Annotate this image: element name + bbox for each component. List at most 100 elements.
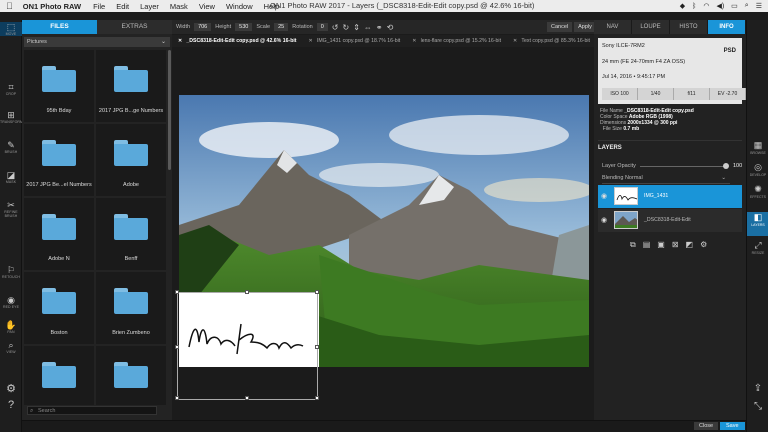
tab-loupe[interactable]: LOUPE: [632, 20, 670, 34]
menu-file[interactable]: File: [93, 2, 105, 11]
height-field[interactable]: 530: [235, 23, 253, 31]
resize-handle[interactable]: [315, 345, 319, 349]
scale-field[interactable]: 25: [274, 23, 289, 31]
close-tab-icon[interactable]: ✕: [513, 38, 517, 44]
tab-info[interactable]: INFO: [708, 20, 746, 34]
search-input[interactable]: ⌕ Search: [27, 406, 157, 415]
menu-layer[interactable]: Layer: [140, 2, 159, 11]
tool-mask[interactable]: ◪ MASK: [0, 170, 22, 184]
tool-crop[interactable]: ⌗ CROP: [0, 82, 22, 96]
menu-window[interactable]: Window: [226, 2, 253, 11]
tab-histo[interactable]: HISTO: [670, 20, 708, 34]
tool-brush[interactable]: ✎ BRUSH: [0, 140, 22, 154]
resize-handle[interactable]: [175, 290, 179, 294]
opacity-slider-handle[interactable]: [723, 163, 729, 169]
rotation-label: Rotation: [292, 24, 313, 30]
doc-tab[interactable]: ✕ IMG_1431 copy.psd @ 18.7% 16-bit: [303, 38, 407, 44]
eye-icon[interactable]: ◉: [601, 216, 607, 224]
menu-app-name[interactable]: ON1 Photo RAW: [23, 2, 81, 11]
spotlight-icon[interactable]: ⌕: [745, 2, 749, 10]
transform-bounding-box[interactable]: [175, 290, 319, 400]
folder-item[interactable]: Brien Zumbeno: [96, 272, 166, 344]
apple-icon[interactable]: : [6, 1, 13, 11]
module-browse[interactable]: ▦ BROWSE: [747, 140, 768, 160]
folder-item[interactable]: [96, 346, 166, 405]
merge-layer-icon[interactable]: ▣: [657, 240, 665, 250]
save-button[interactable]: Save: [720, 422, 745, 430]
delete-layer-icon[interactable]: ⊠: [672, 240, 679, 250]
resize-handle[interactable]: [175, 396, 179, 400]
resize-handle[interactable]: [315, 290, 319, 294]
menu-view[interactable]: View: [199, 2, 215, 11]
tab-files[interactable]: FILES: [22, 20, 97, 34]
close-tab-icon[interactable]: ✕: [309, 38, 313, 44]
apply-button[interactable]: Apply: [574, 22, 596, 32]
tab-nav[interactable]: NAV: [594, 20, 632, 34]
tool-refine-brush[interactable]: ✂ REFINE BRUSH: [0, 200, 22, 218]
tool-transform[interactable]: ⊞ TRANSFORM: [0, 110, 23, 124]
rotate-left-icon[interactable]: ↺: [332, 23, 339, 32]
layer-row[interactable]: ◉ IMG_1431: [598, 185, 742, 208]
fullscreen-icon[interactable]: ⤡: [747, 400, 768, 414]
folder-item[interactable]: Adobe: [96, 124, 166, 196]
tool-red-eye[interactable]: ◉ RED EYE: [0, 295, 22, 309]
settings-icon[interactable]: ⚙: [700, 240, 707, 250]
source-dropdown[interactable]: Pictures ⌄: [24, 37, 170, 47]
folder-item[interactable]: Boston: [24, 272, 94, 344]
bluetooth-icon[interactable]: ᛒ: [692, 3, 696, 10]
opacity-slider[interactable]: [640, 166, 728, 167]
battery-icon[interactable]: ▭: [731, 2, 738, 10]
tool-pan[interactable]: ✋ PAN: [0, 320, 22, 334]
folder-item[interactable]: Adobe N: [24, 198, 94, 270]
flip-vertical-icon[interactable]: ⇕: [353, 23, 360, 32]
canvas-area[interactable]: [172, 47, 594, 420]
close-button[interactable]: Close: [694, 422, 719, 430]
menu-edit[interactable]: Edit: [116, 2, 129, 11]
folder-scrollbar[interactable]: [168, 50, 171, 170]
eye-icon[interactable]: ◉: [601, 192, 607, 200]
module-layers[interactable]: ◧ LAYERS: [747, 212, 768, 236]
duplicate-layer-icon[interactable]: ⧉: [630, 240, 636, 250]
dropbox-icon[interactable]: ◆: [680, 2, 685, 10]
link-icon[interactable]: ⚭: [376, 23, 383, 32]
doc-tab[interactable]: ✕ _DSC8318-Edit-Edit copy.psd @ 42.6% 16-…: [172, 38, 303, 44]
menu-list-icon[interactable]: ☰: [756, 2, 762, 10]
folder-item[interactable]: 2017 JPG Be...el Numbers: [24, 124, 94, 196]
close-tab-icon[interactable]: ✕: [178, 38, 182, 44]
layer-row[interactable]: ◉ _DSC8318-Edit-Edit: [598, 209, 742, 232]
volume-icon[interactable]: ◀): [716, 2, 724, 10]
share-icon[interactable]: ⇪: [747, 382, 768, 396]
folder-item[interactable]: [24, 346, 94, 405]
width-field[interactable]: 706: [194, 23, 212, 31]
resize-handle[interactable]: [175, 345, 179, 349]
gear-icon[interactable]: ⚙: [0, 382, 22, 396]
rotate-right-icon[interactable]: ↻: [343, 23, 350, 32]
folder-item[interactable]: 95th Bday: [24, 50, 94, 122]
flip-horizontal-icon[interactable]: ⇔: [364, 23, 372, 32]
doc-tab[interactable]: ✕ lens-flare copy.psd @ 15.2% 16-bit: [406, 38, 507, 44]
blending-select[interactable]: Blending Normal ⌄: [602, 175, 730, 184]
folder-item[interactable]: Benff: [96, 198, 166, 270]
doc-tab[interactable]: ✕ Text copy.psd @ 85.3% 16-bit: [507, 38, 596, 44]
resize-handle[interactable]: [245, 396, 249, 400]
opacity-value[interactable]: 100: [733, 163, 742, 169]
module-resize[interactable]: ⤢ RESIZE: [747, 240, 768, 260]
tab-extras[interactable]: EXTRAS: [97, 20, 172, 34]
resize-handle[interactable]: [245, 290, 249, 294]
tool-retouch[interactable]: ⚐ RETOUCH: [0, 265, 22, 279]
module-develop[interactable]: ◎ DEVELOP: [747, 162, 768, 182]
tool-move[interactable]: ⬚ MOVE: [0, 22, 22, 36]
new-layer-icon[interactable]: ▤: [643, 240, 651, 250]
wifi-icon[interactable]: ◠: [703, 2, 709, 10]
reset-icon[interactable]: ⟲: [387, 23, 394, 32]
folder-item[interactable]: 2017 JPG B...ge Numbers: [96, 50, 166, 122]
cancel-button[interactable]: Cancel: [547, 22, 573, 32]
help-icon[interactable]: ?: [0, 398, 22, 412]
tool-view[interactable]: ⌕ VIEW: [0, 340, 22, 354]
mask-layer-icon[interactable]: ◩: [686, 240, 694, 250]
module-effects[interactable]: ✺ EFFECTS: [747, 184, 768, 204]
resize-handle[interactable]: [315, 396, 319, 400]
close-tab-icon[interactable]: ✕: [412, 38, 416, 44]
menu-mask[interactable]: Mask: [170, 2, 188, 11]
rotation-field[interactable]: 0: [316, 23, 328, 31]
